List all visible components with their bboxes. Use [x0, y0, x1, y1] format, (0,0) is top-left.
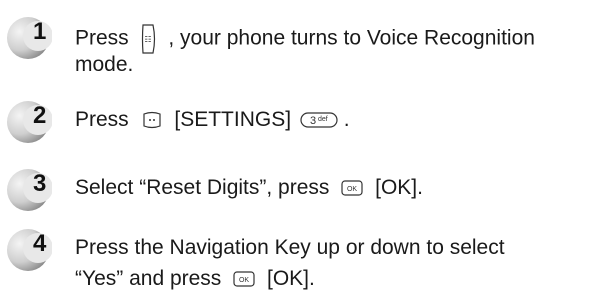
step-2-line: Press [SETTINGS] 3 def .	[75, 109, 350, 130]
step-4-prefix: “Yes” and press	[75, 267, 222, 290]
step-1-line-1: Press ☷ , your phone turns to Voice Reco…	[75, 23, 535, 55]
step-4-suffix: [OK].	[267, 267, 315, 290]
step-1-prefix: Press	[75, 26, 129, 50]
step-1-line-2: mode.	[75, 53, 134, 76]
step-3-text: Select “Reset Digits”, press	[75, 176, 330, 199]
right-soft-key-icon	[141, 110, 163, 130]
settings-label: [SETTINGS]	[174, 108, 292, 131]
step-2-suffix: .	[343, 108, 350, 131]
svg-text:☷: ☷	[144, 35, 151, 44]
step-number: 3	[33, 170, 47, 197]
step-1-suffix: , your phone turns to Voice Recognition	[168, 26, 535, 50]
key-3-def-icon: 3 def	[300, 110, 338, 130]
svg-text:3: 3	[310, 115, 316, 127]
svg-text:OK: OK	[239, 277, 249, 284]
ok-key-icon: OK	[233, 270, 255, 288]
svg-text:OK: OK	[347, 186, 357, 193]
step-number: 1	[33, 18, 47, 45]
step-3-suffix: [OK].	[375, 176, 423, 199]
step-number: 2	[33, 102, 47, 129]
step-3-line: Select “Reset Digits”, press OK [OK].	[75, 177, 423, 198]
step-2-prefix: Press	[75, 108, 129, 131]
voice-side-key-icon: ☷	[139, 23, 159, 55]
svg-text:def: def	[318, 116, 328, 123]
ok-key-icon: OK	[341, 179, 363, 197]
step-4-line-1: Press the Navigation Key up or down to s…	[75, 236, 505, 259]
step-4-line-2: “Yes” and press OK [OK].	[75, 268, 315, 289]
step-number: 4	[33, 230, 47, 257]
